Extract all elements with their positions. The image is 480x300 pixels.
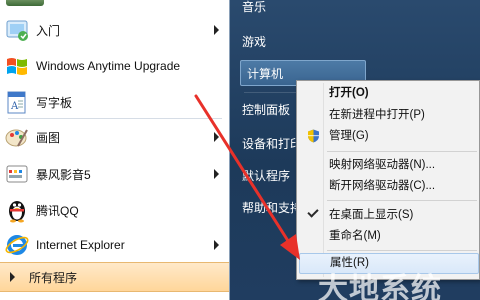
- program-windows-anytime-upgrade[interactable]: Windows Anytime Upgrade: [0, 50, 229, 82]
- places-control-panel[interactable]: 控制面板: [242, 97, 304, 123]
- wordpad-icon: A: [4, 89, 30, 115]
- menu-separator: [327, 200, 477, 201]
- site-watermark: 大地系统: [318, 272, 442, 300]
- menu-item-rename[interactable]: 重命名(M): [299, 226, 479, 247]
- menu-separator: [327, 250, 477, 251]
- program-label: Windows Anytime Upgrade: [36, 59, 181, 73]
- menu-item-open-new-process[interactable]: 在新进程中打开(P): [299, 105, 479, 126]
- getting-started-icon: [4, 17, 30, 43]
- menu-separator: [327, 151, 477, 152]
- program-internet-explorer[interactable]: Internet Explorer: [0, 229, 229, 261]
- all-programs-button[interactable]: 所有程序: [0, 262, 229, 292]
- internet-explorer-icon: [4, 232, 30, 258]
- qq-penguin-icon: [4, 197, 30, 223]
- expand-arrow-icon: [10, 272, 15, 282]
- submenu-arrow-icon[interactable]: [214, 132, 219, 142]
- program-label: 暴风影音5: [36, 167, 91, 182]
- pinned-item-partial[interactable]: [6, 0, 44, 6]
- submenu-arrow-icon[interactable]: [214, 240, 219, 250]
- places-devices-printers[interactable]: 设备和打印机: [242, 131, 304, 157]
- media-player-icon: [4, 161, 30, 187]
- computer-context-menu: 打开(O) 在新进程中打开(P) 管理(G) 映射网络驱动器(N)... 断开网…: [296, 80, 480, 280]
- paint-icon: [4, 124, 30, 150]
- all-programs-label: 所有程序: [29, 270, 78, 285]
- windows-flag-icon: [4, 53, 30, 79]
- menu-item-open[interactable]: 打开(O): [299, 83, 479, 104]
- program-label: 入门: [36, 23, 61, 38]
- menu-item-manage[interactable]: 管理(G): [299, 126, 479, 147]
- program-getting-started[interactable]: 入门: [0, 14, 229, 46]
- program-label: 写字板: [36, 95, 73, 110]
- checkmark-icon: [307, 206, 319, 218]
- program-baofeng[interactable]: 暴风影音5: [0, 158, 229, 190]
- menu-item-label: 管理(G): [329, 130, 369, 142]
- program-label: Internet Explorer: [36, 238, 125, 252]
- uac-shield-icon: [307, 129, 320, 143]
- places-default-programs[interactable]: 默认程序: [242, 163, 304, 189]
- program-paint[interactable]: 画图: [0, 121, 229, 153]
- program-label: 腾讯QQ: [36, 203, 79, 218]
- places-help-support[interactable]: 帮助和支持: [242, 195, 304, 221]
- svg-text:A: A: [10, 101, 19, 112]
- menu-item-label: 在桌面上显示(S): [329, 209, 414, 221]
- submenu-arrow-icon[interactable]: [214, 25, 219, 35]
- menu-item-show-on-desktop[interactable]: 在桌面上显示(S): [299, 205, 479, 226]
- submenu-arrow-icon[interactable]: [214, 169, 219, 179]
- divider: [8, 118, 222, 119]
- menu-item-map-network-drive[interactable]: 映射网络驱动器(N)...: [299, 155, 479, 176]
- menu-item-disconnect-network-drive[interactable]: 断开网络驱动器(C)...: [299, 176, 479, 197]
- program-wordpad[interactable]: A 写字板: [0, 86, 229, 118]
- program-qq[interactable]: 腾讯QQ: [0, 194, 229, 226]
- places-music[interactable]: 音乐: [242, 0, 266, 20]
- program-label: 画图: [36, 130, 61, 145]
- start-menu-programs-pane: 入门 Windows Anytime Upgrade A 写字板 画图 暴风影音…: [0, 0, 230, 300]
- places-games[interactable]: 游戏: [242, 29, 266, 55]
